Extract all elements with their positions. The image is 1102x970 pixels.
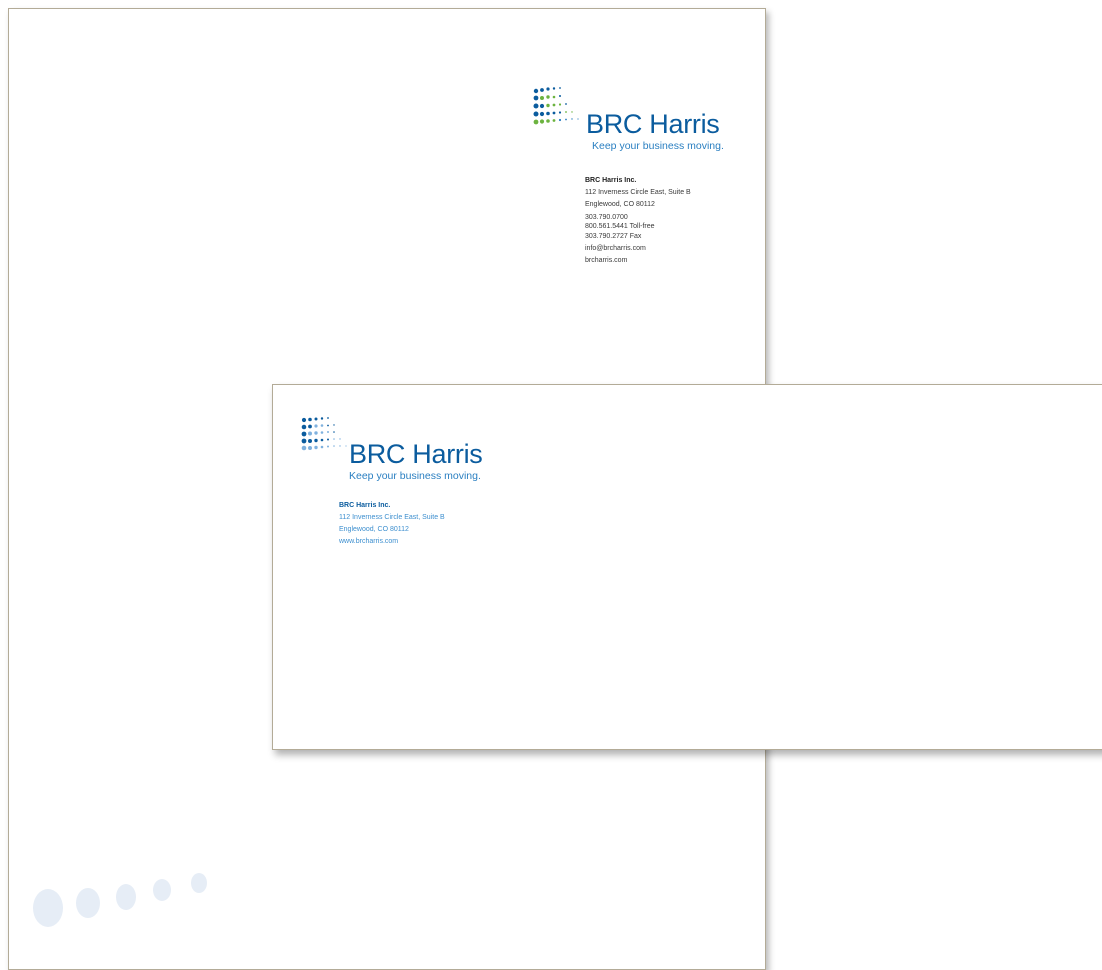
envelope: BRC Harris Keep your business moving. BR… <box>272 384 1102 750</box>
address-line-1: 112 Inverness Circle East, Suite B <box>585 189 691 196</box>
dot-grid-logo-icon <box>301 417 347 451</box>
company-name: BRC Harris Inc. <box>339 502 391 509</box>
envelope-return-address: BRC Harris Inc. 112 Inverness Circle Eas… <box>339 500 445 548</box>
letterhead-logo: BRC Harris Keep your business moving. <box>532 85 732 155</box>
company-name: BRC Harris Inc. <box>585 177 637 184</box>
brand-tagline: Keep your business moving. <box>349 470 481 482</box>
address-line-2: Englewood, CO 80112 <box>339 526 409 533</box>
email-address: info@brcharris.com <box>585 245 646 252</box>
address-line-1: 112 Inverness Circle East, Suite B <box>339 514 445 521</box>
phone-number: 303.790.0700 <box>585 214 628 221</box>
brand-name: BRC Harris <box>586 109 720 139</box>
dot-row-watermark-icon <box>33 873 207 927</box>
envelope-logo: BRC Harris Keep your business moving. <box>301 415 501 485</box>
dot-grid-logo-icon <box>533 87 579 125</box>
website: www.brcharris.com <box>339 538 399 545</box>
brand-name: BRC Harris <box>349 439 483 469</box>
letterhead-contact-block: BRC Harris Inc. 112 Inverness Circle Eas… <box>585 175 691 267</box>
tollfree-number: 800.561.5441 Toll-free <box>585 223 655 230</box>
brand-tagline: Keep your business moving. <box>592 140 724 152</box>
address-line-2: Englewood, CO 80112 <box>585 201 655 208</box>
website: brcharris.com <box>585 257 628 264</box>
fax-number: 303.790.2727 Fax <box>585 233 642 240</box>
